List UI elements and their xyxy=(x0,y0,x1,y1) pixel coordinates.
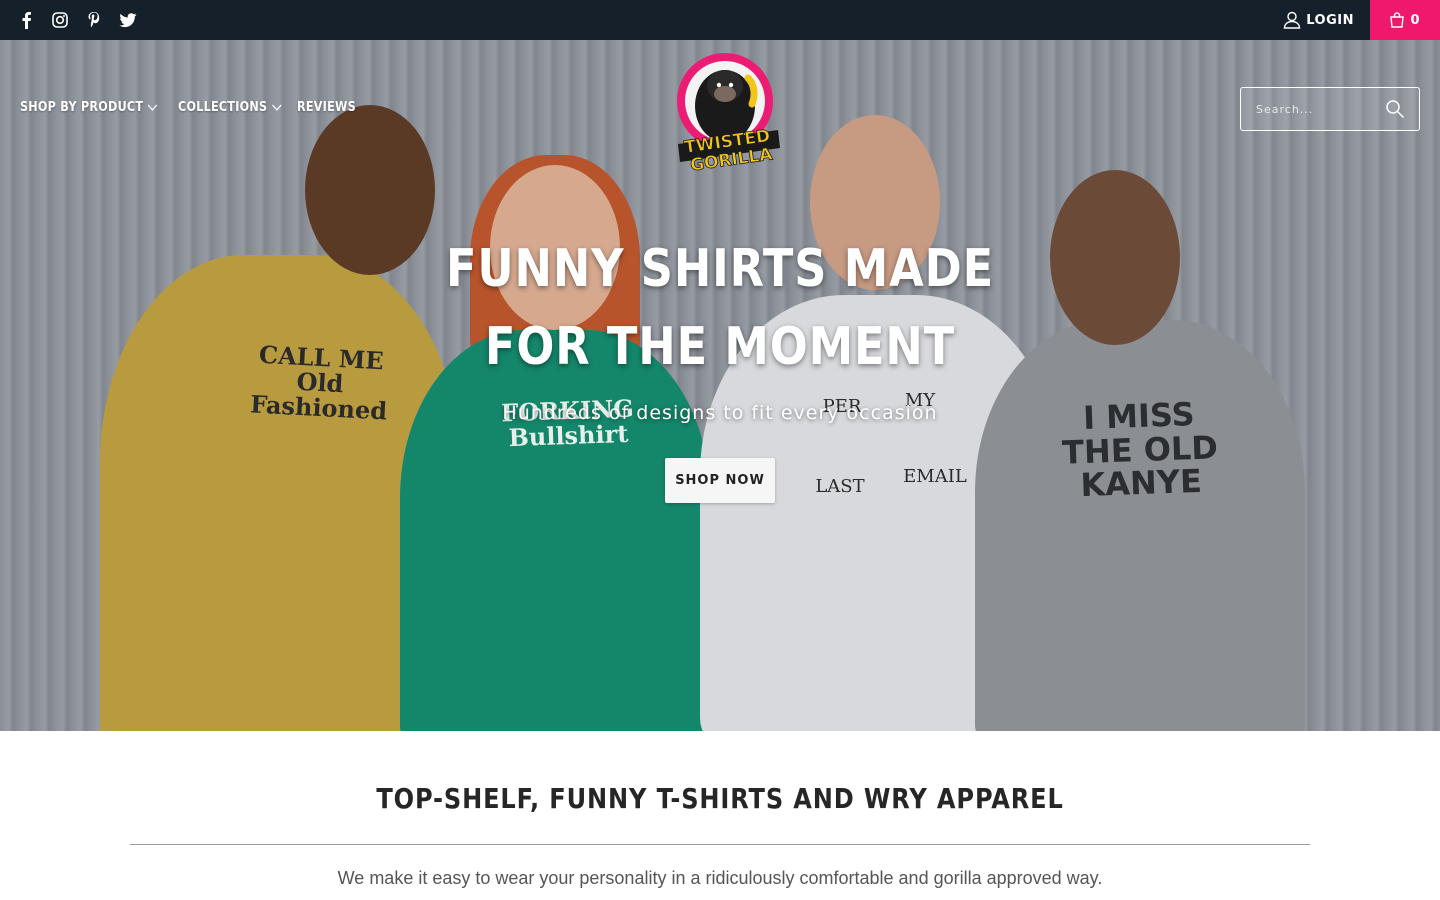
login-label: Login xyxy=(1306,12,1354,28)
shirt-print-3d: EMAIL xyxy=(903,466,967,487)
facebook-icon[interactable] xyxy=(16,10,36,30)
section-divider xyxy=(130,844,1310,845)
gorilla-logo-icon: TWISTED GORILLA xyxy=(677,53,780,176)
main-nav: Shop By Product Collections Reviews xyxy=(20,100,356,115)
nav-reviews-label: Reviews xyxy=(297,100,357,115)
cart-button[interactable]: 0 xyxy=(1370,0,1440,40)
social-links xyxy=(16,0,138,40)
chevron-down-icon xyxy=(148,104,158,111)
search-input[interactable] xyxy=(1256,89,1386,129)
nav-collections[interactable]: Collections xyxy=(178,100,282,115)
shopping-bag-icon xyxy=(1390,12,1405,28)
section-description: We make it easy to wear your personality… xyxy=(337,868,1103,888)
nav-collections-label: Collections xyxy=(178,100,268,115)
search-icon[interactable] xyxy=(1385,99,1405,119)
chevron-down-icon xyxy=(272,104,282,111)
nav-shop-by-product-label: Shop By Product xyxy=(20,100,144,115)
hero-person-2 xyxy=(400,330,710,731)
twitter-icon[interactable] xyxy=(118,10,138,30)
hero-person-4 xyxy=(975,320,1305,731)
instagram-icon[interactable] xyxy=(50,10,70,30)
nav-shop-by-product[interactable]: Shop By Product xyxy=(20,100,158,115)
hero-subtitle: Hundreds of designs to fit every occasio… xyxy=(502,402,938,424)
section-title: TOP-SHELF, FUNNY T-SHIRTS AND WRY APPARE… xyxy=(376,782,1064,815)
shirt-print-4: I MISS THE OLD KANYE xyxy=(1061,395,1219,505)
top-bar: Login 0 xyxy=(0,0,1440,40)
shop-now-button[interactable]: SHOP NOW xyxy=(665,458,775,503)
cart-count: 0 xyxy=(1410,12,1420,28)
pinterest-icon[interactable] xyxy=(84,10,104,30)
hero-person-4-head xyxy=(1050,170,1180,345)
login-link[interactable]: Login xyxy=(1283,0,1354,40)
search-box xyxy=(1240,87,1420,131)
user-icon xyxy=(1284,11,1301,29)
hero-person-1-head xyxy=(305,105,435,275)
site-logo[interactable]: TWISTED GORILLA xyxy=(670,46,785,176)
shirt-print-3c: LAST xyxy=(815,476,865,497)
nav-reviews[interactable]: Reviews xyxy=(297,100,356,115)
hero-title: FUNNY SHIRTS MADE FOR THE MOMENT xyxy=(445,239,995,377)
